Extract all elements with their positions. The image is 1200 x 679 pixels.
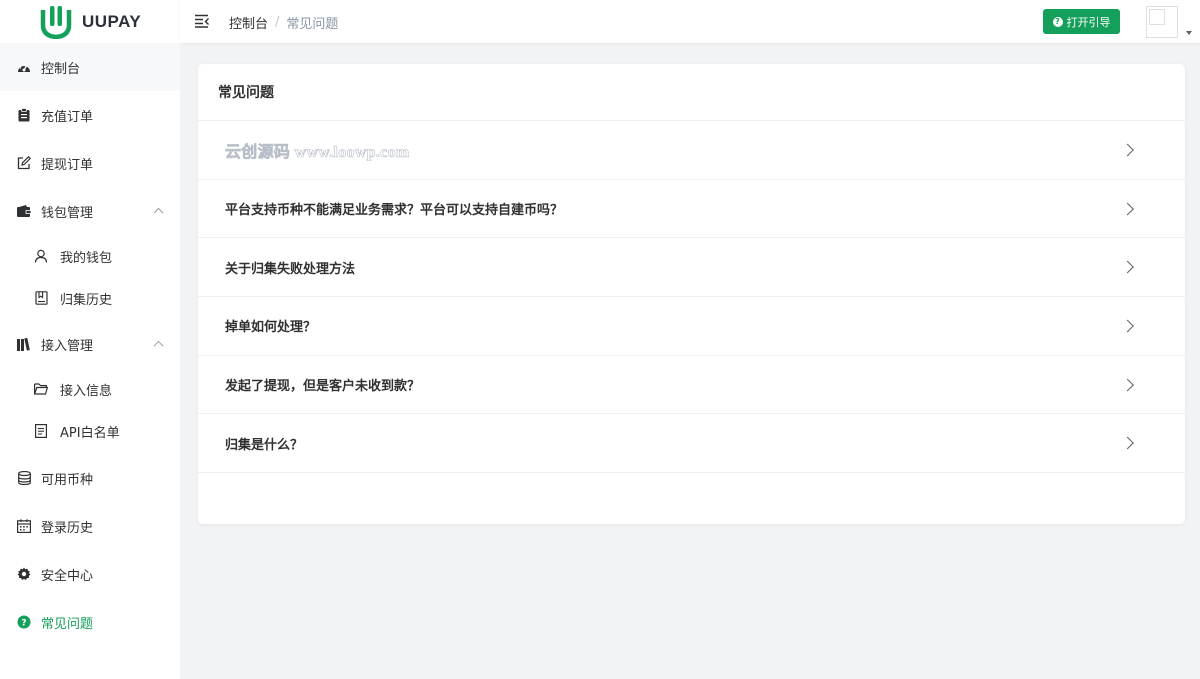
- database-icon: [16, 470, 32, 486]
- watermark-text: 云创源码 www.loowp.com: [225, 143, 410, 162]
- brand-logo[interactable]: UUPAY: [0, 0, 180, 43]
- sidebar-item-dashboard[interactable]: 控制台: [0, 43, 180, 91]
- faq-item[interactable]: 关于归集失败处理方法: [198, 238, 1185, 298]
- brand-name: UUPAY: [82, 11, 142, 31]
- sidebar-item-wallet-management[interactable]: 钱包管理: [0, 187, 180, 235]
- sidebar-item-security-center[interactable]: 安全中心: [0, 550, 180, 598]
- sidebar-item-access-info[interactable]: 接入信息: [0, 368, 180, 410]
- gear-icon: [16, 566, 32, 582]
- sidebar-item-my-wallet[interactable]: 我的钱包: [0, 235, 180, 277]
- chevron-right-icon: [1121, 143, 1134, 157]
- sidebar-item-label: 常见问题: [41, 616, 94, 632]
- chevron-right-icon: [1121, 202, 1134, 215]
- folder-icon: [33, 381, 49, 397]
- faq-question: 归集是什么？: [225, 437, 304, 453]
- breadcrumb-current: 常见问题: [286, 17, 339, 32]
- calendar-icon: [16, 518, 32, 534]
- caret-down-icon[interactable]: [1186, 31, 1192, 35]
- sidebar-item-label: 提现订单: [41, 157, 94, 173]
- sidebar: UUPAY 控制台 充值订单 提现订单 钱包管理 我的钱包 归集历史 接入管理 …: [0, 0, 180, 679]
- faq-item[interactable]: 平台支持币种不能满足业务需求？平台可以支持自建币吗？: [198, 180, 1185, 239]
- library-icon: [16, 336, 32, 352]
- chevron-right-icon: [1121, 378, 1134, 391]
- faq-question: 掉单如何处理？: [225, 320, 317, 336]
- sidebar-item-label: 我的钱包: [60, 250, 113, 266]
- user-icon: [33, 248, 49, 264]
- sidebar-item-access-management[interactable]: 接入管理: [0, 320, 180, 368]
- sidebar-item-label: 控制台: [41, 61, 81, 77]
- sidebar-item-recharge-orders[interactable]: 充值订单: [0, 91, 180, 139]
- open-guide-label: 打开引导: [1066, 15, 1111, 29]
- breadcrumb-home-link[interactable]: 控制台: [229, 13, 268, 32]
- sidebar-item-label: 充值订单: [41, 109, 94, 125]
- question-icon: ?: [1052, 16, 1063, 27]
- edit-icon: [16, 155, 32, 171]
- question-icon: ?: [16, 614, 32, 630]
- sidebar-item-label: 安全中心: [41, 568, 94, 584]
- faq-item[interactable]: 掉单如何处理？: [198, 297, 1185, 356]
- faq-item-watermark[interactable]: 云创源码 www.loowp.com: [198, 121, 1185, 180]
- menu-fold-icon[interactable]: [194, 13, 210, 29]
- sidebar-item-label: API白名单: [60, 425, 120, 441]
- breadcrumb: 控制台 / 常见问题: [229, 13, 338, 32]
- chevron-right-icon: [1121, 436, 1134, 450]
- sidebar-item-label: 可用币种: [41, 472, 94, 488]
- clipboard-icon: [16, 107, 32, 123]
- chevron-right-icon: [1121, 319, 1134, 333]
- faq-card: 常见问题 云创源码 www.loowp.com 平台支持币种不能满足业务需求？平…: [198, 64, 1185, 524]
- top-header: 控制台 / 常见问题 ? 打开引导: [180, 0, 1200, 43]
- book-icon: [33, 290, 49, 306]
- faq-item[interactable]: 归集是什么？: [198, 414, 1185, 474]
- sidebar-item-label: 接入管理: [41, 338, 94, 354]
- chevron-right-icon: [1121, 260, 1134, 274]
- faq-item[interactable]: 发起了提现，但是客户未收到款？: [198, 356, 1185, 415]
- card-title: 常见问题: [198, 64, 1185, 121]
- avatar[interactable]: [1146, 6, 1178, 38]
- open-guide-button[interactable]: ? 打开引导: [1043, 9, 1120, 34]
- sidebar-item-withdraw-orders[interactable]: 提现订单: [0, 139, 180, 187]
- faq-question: 发起了提现，但是客户未收到款？: [225, 379, 421, 395]
- breadcrumb-separator: /: [275, 15, 280, 30]
- sidebar-item-label: 登录历史: [41, 520, 94, 536]
- document-icon: [33, 423, 49, 439]
- sidebar-item-api-whitelist[interactable]: API白名单: [0, 410, 180, 452]
- sidebar-item-login-history[interactable]: 登录历史: [0, 502, 180, 550]
- dashboard-icon: [16, 59, 32, 75]
- sidebar-item-faq[interactable]: ? 常见问题: [0, 598, 180, 646]
- sidebar-item-label: 归集历史: [60, 292, 113, 308]
- faq-question: 平台支持币种不能满足业务需求？平台可以支持自建币吗？: [225, 203, 564, 219]
- sidebar-item-label: 接入信息: [60, 383, 113, 399]
- svg-text:?: ?: [21, 618, 26, 628]
- wallet-icon: [16, 203, 32, 219]
- sidebar-item-available-currencies[interactable]: 可用币种: [0, 454, 180, 502]
- sidebar-item-collection-history[interactable]: 归集历史: [0, 277, 180, 319]
- chevron-up-icon: [153, 207, 164, 218]
- faq-question: 关于归集失败处理方法: [225, 261, 356, 277]
- chevron-up-icon: [153, 340, 164, 351]
- uupay-logo-icon: [40, 5, 72, 39]
- sidebar-item-label: 钱包管理: [41, 205, 94, 221]
